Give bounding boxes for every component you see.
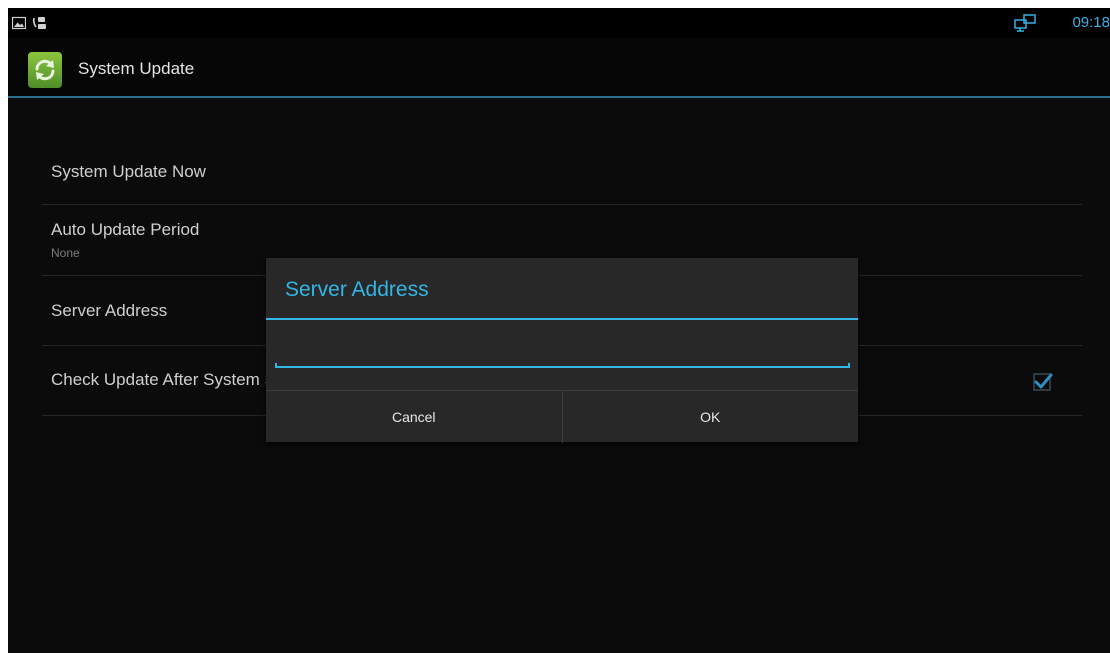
server-address-input[interactable] (275, 328, 850, 364)
dialog-title-divider (266, 318, 858, 320)
action-bar: System Update (8, 38, 1110, 98)
status-bar: 09:18 (8, 8, 1110, 38)
cancel-button[interactable]: Cancel (266, 391, 562, 443)
pref-item-label: System Update Now (51, 162, 206, 181)
image-icon (11, 15, 27, 34)
ok-button[interactable]: OK (563, 391, 859, 443)
phone-headset-icon (32, 15, 48, 35)
check-update-checkbox[interactable] (1032, 370, 1054, 396)
device-screen: 09:18 System Update System Update Now Au… (8, 8, 1110, 653)
pref-item-system-update-now[interactable]: System Update Now (42, 136, 1082, 205)
page-title: System Update (78, 59, 195, 78)
dialog-title: Server Address (285, 278, 429, 301)
status-clock: 09:18 (1072, 14, 1110, 31)
pref-item-summary: None (51, 246, 80, 260)
refresh-icon[interactable] (28, 52, 62, 88)
pref-item-label: Check Update After System Start (51, 370, 301, 389)
pref-item-label: Server Address (51, 301, 168, 320)
pref-item-label: Auto Update Period (51, 220, 200, 239)
network-computers-icon (1014, 14, 1038, 36)
dialog-button-bar: Cancel OK (266, 390, 858, 443)
server-address-dialog: Server Address Cancel OK (266, 258, 858, 443)
